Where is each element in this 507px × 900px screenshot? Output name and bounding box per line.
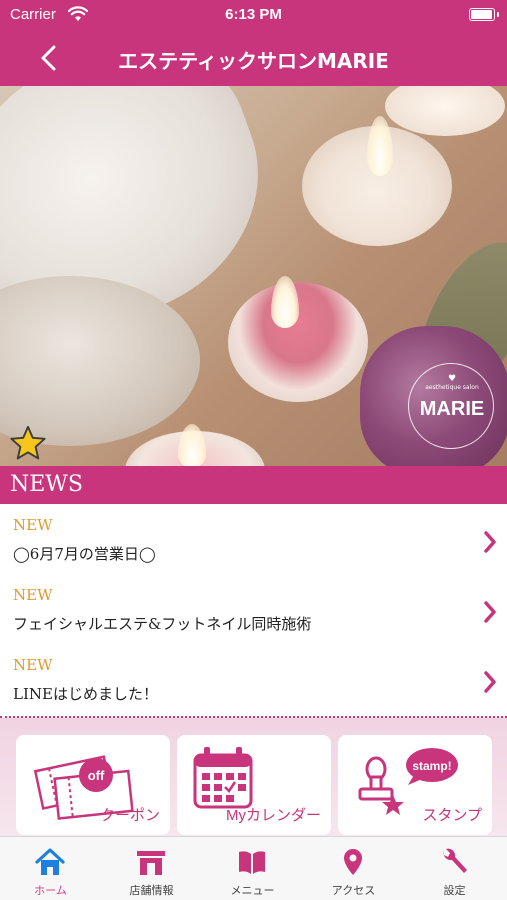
chevron-right-icon	[484, 601, 496, 623]
tab-access[interactable]: アクセス	[303, 837, 404, 900]
tab-store-info-label: 店舗情報	[129, 884, 174, 897]
stamp-button[interactable]: stamp! スタンプ	[338, 735, 492, 835]
tab-settings[interactable]: 設定	[404, 837, 505, 900]
location-pin-icon	[344, 849, 362, 875]
page-title: エステティックサロンMARIE	[118, 49, 389, 73]
battery-fill	[471, 10, 492, 19]
news-title: NEWS	[10, 472, 83, 497]
new-badge: NEW	[13, 516, 53, 534]
news-list-item[interactable]: NEW フェイシャルエステ&フットネイル同時施術	[0, 576, 507, 646]
home-icon	[35, 848, 65, 875]
logo-subtitle: aesthetique salon	[425, 384, 479, 391]
tab-access-label: アクセス	[331, 884, 376, 897]
tab-menu-label: メニュー	[230, 884, 275, 897]
status-time: 6:13 PM	[225, 6, 282, 23]
tab-home[interactable]: ホーム	[0, 837, 101, 900]
news-item-title: フェイシャルエステ&フットネイル同時施術	[13, 615, 312, 633]
navigation-bar: エステティックサロンMARIE	[0, 30, 507, 86]
battery-icon	[469, 8, 499, 21]
coupon-icon-text: off	[88, 768, 105, 783]
heart-icon: ♥	[447, 374, 457, 384]
stamp-label: スタンプ	[422, 807, 482, 824]
tab-settings-label: 設定	[443, 884, 466, 897]
store-icon	[137, 851, 165, 875]
news-list-item[interactable]: NEW ◯6月7月の営業日◯	[0, 506, 507, 576]
coupon-button[interactable]: off クーポン	[16, 735, 170, 835]
hero-image: ♥ aesthetique salon MARIE	[0, 86, 507, 466]
tab-menu[interactable]: メニュー	[202, 837, 303, 900]
feature-menu: off クーポン Myカレンダー stamp! スタンプ	[0, 718, 507, 836]
wrench-icon	[443, 848, 467, 873]
calendar-label: Myカレンダー	[226, 807, 321, 824]
news-section-header: NEWS	[0, 466, 507, 504]
news-item-title: ◯6月7月の営業日◯	[13, 545, 156, 563]
book-icon	[239, 851, 265, 874]
star-icon[interactable]	[9, 424, 47, 462]
salon-logo: ♥ aesthetique salon MARIE	[408, 363, 494, 449]
calendar-button[interactable]: Myカレンダー	[177, 735, 331, 835]
candle-background	[385, 86, 505, 136]
logo-text: MARIE	[419, 398, 485, 420]
news-list-item[interactable]: NEW LINEはじめました！	[0, 646, 507, 716]
tab-home-label: ホーム	[34, 884, 67, 897]
new-badge: NEW	[13, 586, 53, 604]
stamp-icon-text: stamp!	[412, 759, 451, 773]
coupon-label: クーポン	[99, 807, 160, 824]
chevron-right-icon	[484, 531, 496, 553]
news-item-title: LINEはじめました！	[13, 685, 158, 703]
new-badge: NEW	[13, 656, 53, 674]
candle-flame	[367, 116, 393, 176]
status-bar: Carrier 6:13 PM	[0, 0, 507, 30]
tab-store-info[interactable]: 店舗情報	[101, 837, 202, 900]
tab-bar: ホーム 店舗情報 メニュー アクセス 設定	[0, 836, 507, 900]
chevron-right-icon	[484, 671, 496, 693]
